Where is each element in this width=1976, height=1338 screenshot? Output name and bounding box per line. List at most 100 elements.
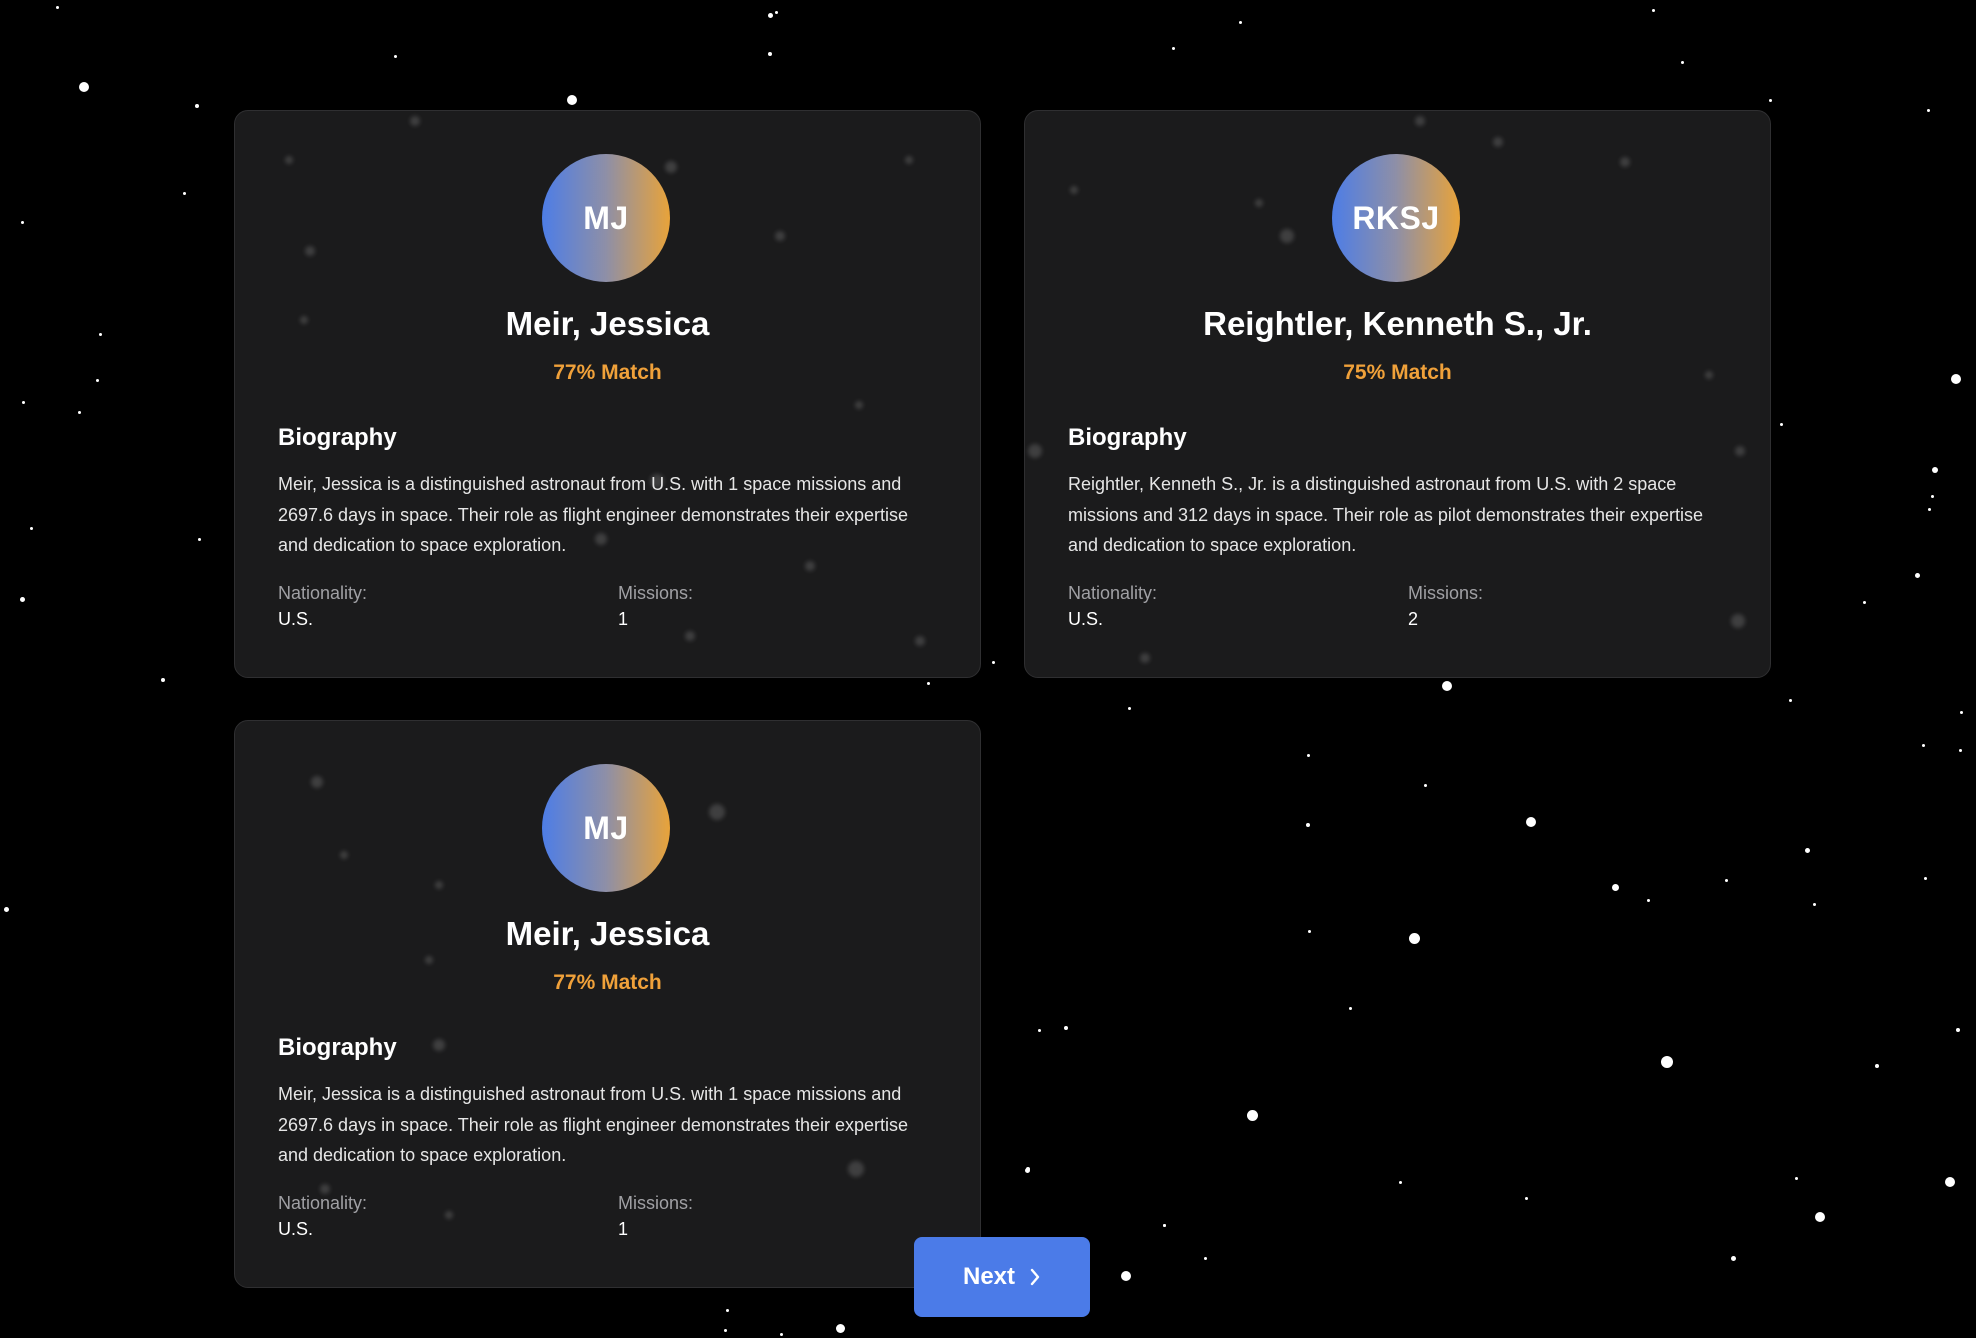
star (55, 5, 59, 9)
star (1408, 932, 1420, 944)
astronaut-card: RKSJ Reightler, Kenneth S., Jr. 75% Matc… (1024, 110, 1771, 678)
star (1398, 1180, 1402, 1184)
star (1779, 422, 1783, 426)
star (1203, 1256, 1207, 1260)
star (835, 1323, 845, 1333)
avatar-initials: RKSJ (1352, 199, 1440, 236)
missions-label: Missions: (618, 583, 694, 603)
missions-label: Missions: (618, 1193, 694, 1213)
star (567, 95, 577, 105)
star (1930, 494, 1934, 498)
star (1768, 98, 1772, 102)
star (95, 378, 99, 382)
star (1812, 902, 1816, 906)
avatar: RKSJ (1332, 154, 1460, 282)
match-score: 77% Match (553, 971, 662, 994)
star (1923, 876, 1927, 880)
star (926, 681, 930, 685)
star (1526, 817, 1536, 827)
chevron-right-icon (1030, 1268, 1040, 1286)
star (19, 596, 25, 602)
star (1162, 1223, 1166, 1227)
star (1348, 1006, 1352, 1010)
star (79, 82, 89, 92)
astronaut-name: Meir, Jessica (505, 305, 710, 342)
star (393, 54, 397, 58)
avatar-initials: MJ (583, 199, 629, 236)
astronaut-name: Meir, Jessica (505, 915, 710, 952)
star (1921, 743, 1925, 747)
star (1171, 46, 1175, 50)
biography-text: Meir, Jessica is a distinguished astrona… (278, 474, 909, 555)
biography-heading: Biography (278, 1034, 397, 1061)
star (723, 1328, 727, 1332)
star (1307, 929, 1311, 933)
star (1306, 823, 1310, 827)
star (98, 332, 102, 336)
starfield-background: MJ Meir, Jessica 77% Match Biography Mei… (0, 0, 1976, 1338)
star (1724, 878, 1728, 882)
avatar: MJ (542, 154, 670, 282)
star (29, 526, 33, 530)
star (774, 10, 778, 14)
next-button-label: Next (962, 1263, 1016, 1290)
star (1651, 8, 1655, 12)
star (195, 104, 199, 108)
nationality-label: Nationality: (1068, 583, 1158, 603)
star (182, 191, 186, 195)
star (1423, 783, 1427, 787)
star (1442, 681, 1452, 691)
nationality-value: U.S. (278, 1219, 314, 1239)
missions-value: 1 (618, 1219, 629, 1239)
star (1730, 1255, 1736, 1261)
star (1127, 706, 1131, 710)
star (1524, 1196, 1528, 1200)
biography-text: Reightler, Kenneth S., Jr. is a distingu… (1068, 474, 1703, 555)
star (1611, 883, 1619, 891)
star (1927, 507, 1931, 511)
star (1951, 374, 1961, 384)
star (779, 1332, 783, 1336)
biography-heading: Biography (1068, 424, 1187, 451)
star (1958, 748, 1962, 752)
star (1680, 60, 1684, 64)
biography-text: Meir, Jessica is a distinguished astrona… (278, 1084, 909, 1165)
next-button[interactable]: Next (914, 1237, 1090, 1317)
astronaut-card: MJ Meir, Jessica 77% Match Biography Mei… (234, 720, 981, 1288)
star (1646, 898, 1650, 902)
star (1788, 698, 1792, 702)
nationality-value: U.S. (1068, 609, 1104, 629)
biography-heading: Biography (278, 424, 397, 451)
star (1875, 1064, 1879, 1068)
star (1959, 710, 1963, 714)
star (1661, 1056, 1673, 1068)
star (77, 410, 81, 414)
astronaut-name: Reightler, Kenneth S., Jr. (1203, 305, 1592, 342)
star (20, 220, 24, 224)
star (1945, 1177, 1955, 1187)
star (161, 678, 165, 682)
star (1804, 847, 1810, 853)
star (1926, 108, 1930, 112)
star (1238, 20, 1242, 24)
star (1815, 1212, 1825, 1222)
nationality-value: U.S. (278, 609, 314, 629)
match-score: 77% Match (553, 361, 662, 384)
astronaut-card: MJ Meir, Jessica 77% Match Biography Mei… (234, 110, 981, 678)
star (1064, 1026, 1068, 1030)
nationality-label: Nationality: (278, 1193, 368, 1213)
star (1024, 1167, 1030, 1173)
missions-value: 1 (618, 609, 629, 629)
star (991, 660, 995, 664)
nationality-label: Nationality: (278, 583, 368, 603)
avatar: MJ (542, 764, 670, 892)
avatar-initials: MJ (583, 809, 629, 846)
missions-label: Missions: (1408, 583, 1484, 603)
match-score: 75% Match (1343, 361, 1452, 384)
star (1862, 600, 1866, 604)
star (1246, 1109, 1258, 1121)
star (3, 906, 9, 912)
star (21, 400, 25, 404)
star (767, 12, 773, 18)
star (1794, 1176, 1798, 1180)
